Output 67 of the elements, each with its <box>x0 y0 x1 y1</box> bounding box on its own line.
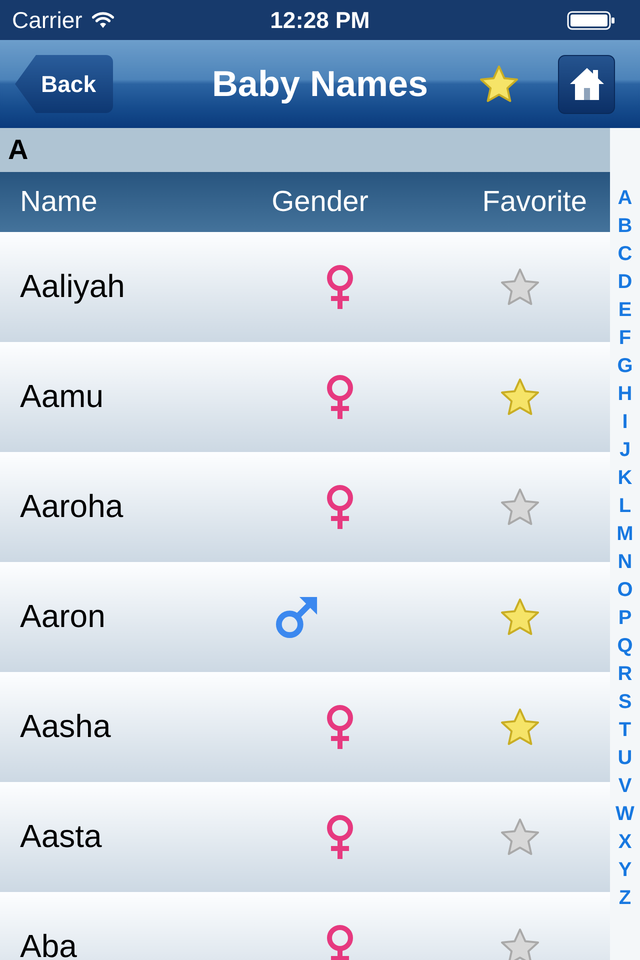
home-button[interactable] <box>558 54 615 114</box>
column-header: Name <box>20 186 98 218</box>
baby-name: Aba <box>20 928 77 960</box>
back-button[interactable]: Back <box>15 55 113 113</box>
index-letter[interactable]: E <box>618 296 632 324</box>
index-letter[interactable]: S <box>618 688 632 716</box>
star-icon[interactable] <box>499 707 541 747</box>
female-symbol-icon <box>325 375 355 419</box>
baby-name: Aaroha <box>20 488 124 524</box>
page-title: Baby Names <box>210 66 430 102</box>
status-time: 12:28 PM <box>270 8 370 32</box>
index-letter[interactable]: W <box>616 800 634 828</box>
carrier-label: Carrier <box>12 8 82 32</box>
female-symbol-icon <box>325 925 355 960</box>
house-icon <box>568 67 604 101</box>
star-icon[interactable] <box>478 64 520 104</box>
index-letter[interactable]: D <box>618 268 632 296</box>
index-letter[interactable]: C <box>618 240 632 268</box>
index-letter[interactable]: V <box>618 772 632 800</box>
index-letter[interactable]: J <box>619 436 631 464</box>
index-letter[interactable]: G <box>617 352 633 380</box>
female-symbol-icon <box>325 815 355 859</box>
index-letter[interactable]: N <box>618 548 632 576</box>
section-title: A <box>8 136 28 164</box>
wifi-icon <box>92 12 114 28</box>
baby-name: Aaliyah <box>20 268 125 304</box>
index-letter[interactable]: L <box>618 492 632 520</box>
index-letter[interactable]: R <box>618 660 632 688</box>
baby-name: Aasta <box>20 818 102 854</box>
table-row[interactable]: Aaroha <box>0 452 610 562</box>
female-symbol-icon <box>325 705 355 749</box>
baby-name: Aasha <box>20 708 111 744</box>
index-letter[interactable]: T <box>618 716 632 744</box>
star-icon[interactable] <box>499 597 541 637</box>
column-header: Favorite <box>482 186 587 218</box>
index-letter[interactable]: P <box>618 604 632 632</box>
star-icon[interactable] <box>499 487 541 527</box>
index-letter[interactable]: I <box>622 408 628 436</box>
baby-name: Aaron <box>20 598 106 634</box>
index-letter[interactable]: H <box>618 380 632 408</box>
index-letter[interactable]: K <box>618 464 632 492</box>
index-letter[interactable]: A <box>618 184 632 212</box>
battery-icon <box>566 10 615 30</box>
index-letter[interactable]: U <box>618 744 632 772</box>
table-row[interactable]: Aamu <box>0 342 610 452</box>
index-letter[interactable]: F <box>618 324 632 352</box>
index-letter[interactable]: Z <box>618 884 632 912</box>
table-row[interactable]: Aaron <box>0 562 610 672</box>
index-letter[interactable]: B <box>618 212 632 240</box>
column-header: Gender <box>272 186 368 218</box>
male-symbol-icon <box>274 596 318 638</box>
female-symbol-icon <box>325 265 355 309</box>
female-symbol-icon <box>325 485 355 529</box>
index-letter[interactable]: M <box>616 520 634 548</box>
index-letter[interactable]: X <box>618 828 632 856</box>
table-row[interactable]: Aasha <box>0 672 610 782</box>
table-row[interactable]: Aasta <box>0 782 610 892</box>
star-icon[interactable] <box>499 817 541 857</box>
index-letter[interactable]: Y <box>618 856 632 884</box>
star-icon[interactable] <box>499 377 541 417</box>
star-icon[interactable] <box>499 267 541 307</box>
star-icon[interactable] <box>499 927 541 960</box>
baby-name: Aamu <box>20 378 104 414</box>
index-letter[interactable]: Q <box>617 632 633 660</box>
table-row[interactable]: Aaliyah <box>0 232 610 342</box>
index-letter[interactable]: O <box>617 576 633 604</box>
table-row[interactable]: Aba <box>0 892 610 960</box>
